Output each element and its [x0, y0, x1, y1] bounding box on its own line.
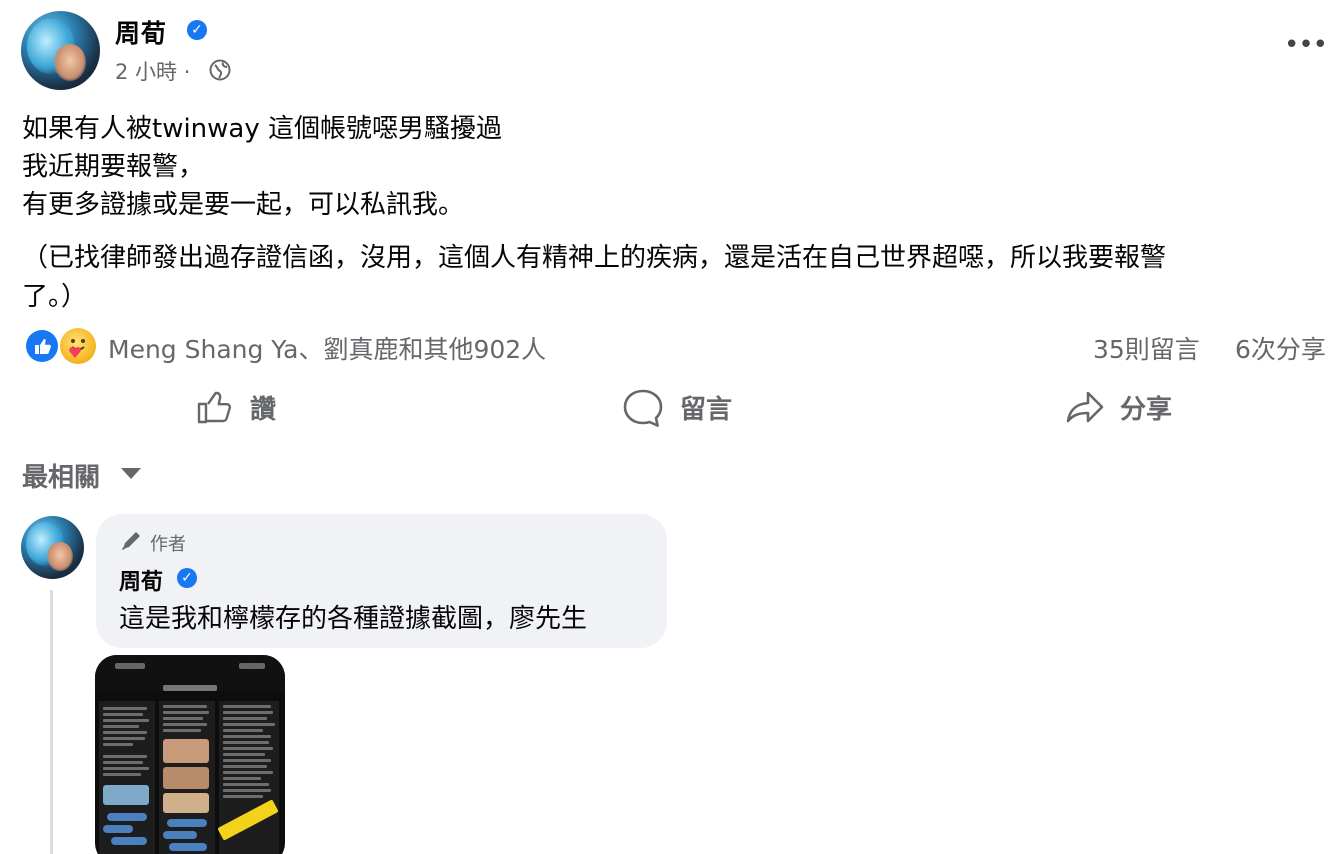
globe-icon — [209, 59, 231, 81]
verified-badge-icon: ✓ — [177, 568, 197, 588]
thumbs-up-icon — [197, 391, 232, 424]
comment-attached-image[interactable] — [95, 655, 285, 854]
like-reaction-icon[interactable] — [26, 330, 58, 362]
like-label: 讚 — [250, 395, 277, 425]
facebook-post: 周荀 ✓ 2 小時 · ••• 如果有人被twinway 這個帳號噁男騷擾過 我… — [0, 0, 1333, 854]
author-name[interactable]: 周荀 — [115, 14, 167, 50]
author-badge: 作者 — [150, 534, 186, 555]
care-reaction-icon[interactable] — [60, 328, 96, 364]
post-text-line: 有更多證據或是要一起，可以私訊我。 — [22, 190, 465, 220]
share-arrow-icon — [1066, 391, 1104, 423]
share-button[interactable]: 分享 — [1064, 383, 1204, 429]
comment-button[interactable]: 留言 — [622, 383, 762, 429]
post-text-line: 如果有人被twinway 這個帳號噁男騷擾過 — [22, 114, 503, 144]
reaction-names-link[interactable]: Meng Shang Ya、劉真鹿和其他902人 — [108, 330, 546, 366]
caret-down-icon[interactable] — [121, 468, 141, 479]
post-text-line: 我近期要報警， — [22, 152, 205, 182]
more-options-icon[interactable]: ••• — [1284, 32, 1328, 58]
post-text-line: （已找律師發出過存證信函，沒用，這個人有精神上的疾病，還是活在自己世界超噁，所以… — [22, 243, 1167, 273]
comment-author-name[interactable]: 周荀 — [119, 564, 163, 596]
commenter-avatar[interactable] — [21, 516, 84, 579]
share-count-link[interactable]: 6次分享 — [1235, 330, 1326, 366]
pencil-icon — [122, 532, 140, 550]
thread-line — [50, 590, 53, 854]
comment-text: 這是我和檸檬存的各種證據截圖，廖先生 — [119, 604, 588, 634]
share-label: 分享 — [1120, 395, 1173, 425]
like-button[interactable]: 讚 — [194, 383, 314, 429]
comment-bubble: 作者 周荀 ✓ 這是我和檸檬存的各種證據截圖，廖先生 — [96, 514, 667, 648]
post-text-line: 了。） — [22, 282, 88, 312]
comment-count-link[interactable]: 35則留言 — [1093, 330, 1200, 366]
comment-bubble-icon — [623, 389, 663, 427]
author-avatar[interactable] — [21, 11, 100, 90]
verified-badge-icon: ✓ — [187, 20, 207, 40]
comment-label: 留言 — [680, 395, 733, 425]
post-timestamp[interactable]: 2 小時 · — [115, 56, 190, 86]
comment-sort-dropdown[interactable]: 最相關 — [22, 457, 100, 494]
